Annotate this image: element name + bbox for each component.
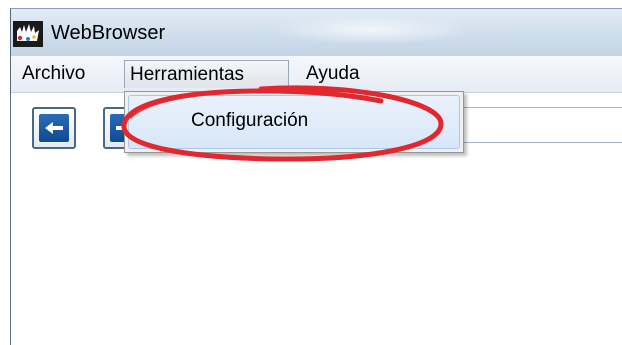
page-content-area[interactable] (11, 163, 622, 345)
menu-archivo[interactable]: Archivo (17, 60, 90, 88)
menu-item-configuracion[interactable]: Configuración (128, 95, 460, 149)
menu-ayuda[interactable]: Ayuda (301, 60, 365, 88)
menu-herramientas[interactable]: Herramientas (124, 60, 289, 88)
window-title: WebBrowser (51, 22, 166, 44)
title-bar[interactable]: WebBrowser (11, 9, 622, 56)
webbrowser-app-icon (13, 21, 43, 47)
menu-bar: Archivo Herramientas Ayuda (11, 56, 622, 93)
address-bar[interactable] (456, 107, 622, 143)
herramientas-dropdown-menu: Configuración (124, 91, 464, 153)
back-button[interactable] (32, 107, 76, 149)
menu-item-configuracion-label: Configuración (191, 110, 309, 131)
browser-window: WebBrowser Archivo Herramientas Ayuda Co… (10, 8, 622, 345)
arrow-left-icon (45, 122, 63, 134)
